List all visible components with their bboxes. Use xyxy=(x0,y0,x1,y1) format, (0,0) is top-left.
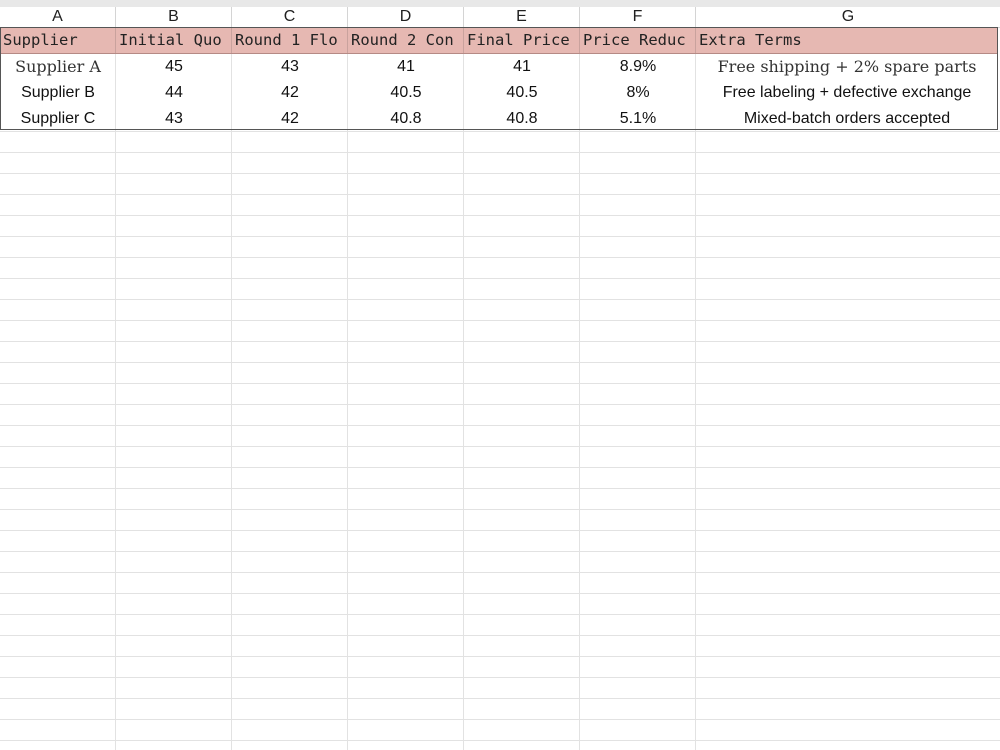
cell-supplier[interactable]: Supplier B xyxy=(0,80,116,106)
grid-line xyxy=(0,677,1000,678)
cell-round2[interactable]: 41 xyxy=(348,54,464,80)
grid-column-line xyxy=(347,27,348,750)
grid-line xyxy=(0,299,1000,300)
toolbar-strip xyxy=(0,0,1000,7)
cell-round2[interactable]: 40.5 xyxy=(348,80,464,106)
grid-line xyxy=(0,509,1000,510)
cell-initial-quote[interactable]: 43 xyxy=(116,106,232,132)
cell-final-price[interactable]: 40.5 xyxy=(464,80,580,106)
cell-round1[interactable]: 42 xyxy=(232,80,348,106)
grid-line xyxy=(0,341,1000,342)
header-cell-extra-terms[interactable]: Extra Terms xyxy=(696,27,998,53)
grid-column-line xyxy=(463,27,464,750)
grid-line xyxy=(0,698,1000,699)
header-cell-supplier[interactable]: Supplier xyxy=(0,27,116,53)
column-header-e[interactable]: E xyxy=(464,7,580,27)
column-header-d[interactable]: D xyxy=(348,7,464,27)
grid-line xyxy=(0,362,1000,363)
cell-initial-quote[interactable]: 44 xyxy=(116,80,232,106)
grid-line xyxy=(0,425,1000,426)
grid-line xyxy=(0,383,1000,384)
grid-line xyxy=(0,446,1000,447)
grid-line xyxy=(0,215,1000,216)
cell-extra-terms[interactable]: Mixed-batch orders accepted xyxy=(696,106,998,132)
grid-line xyxy=(0,488,1000,489)
grid-line xyxy=(0,194,1000,195)
cell-price-reduction[interactable]: 5.1% xyxy=(580,106,696,132)
cell-supplier[interactable]: Supplier A xyxy=(0,54,116,80)
column-header-c[interactable]: C xyxy=(232,7,348,27)
cell-extra-terms[interactable]: Free labeling + defective exchange xyxy=(696,80,998,106)
grid-line xyxy=(0,593,1000,594)
grid-line xyxy=(0,635,1000,636)
header-cell-round2[interactable]: Round 2 Con xyxy=(348,27,464,53)
grid-line xyxy=(0,530,1000,531)
grid-line xyxy=(0,173,1000,174)
cell-round1[interactable]: 43 xyxy=(232,54,348,80)
grid-line xyxy=(0,278,1000,279)
grid-line xyxy=(0,320,1000,321)
column-header-bar: A B C D E F G xyxy=(0,7,1000,28)
sheet-grid[interactable] xyxy=(0,27,1000,750)
cell-final-price[interactable]: 40.8 xyxy=(464,106,580,132)
table-row: Supplier A 45 43 41 41 8.9% Free shippin… xyxy=(0,54,998,80)
grid-line xyxy=(0,656,1000,657)
grid-line xyxy=(0,740,1000,741)
grid-line xyxy=(0,257,1000,258)
grid-column-line xyxy=(115,27,116,750)
grid-line xyxy=(0,236,1000,237)
header-cell-final-price[interactable]: Final Price xyxy=(464,27,580,53)
column-header-a[interactable]: A xyxy=(0,7,116,27)
table-row: Supplier B 44 42 40.5 40.5 8% Free label… xyxy=(0,80,998,106)
column-header-g[interactable]: G xyxy=(696,7,1000,27)
cell-supplier[interactable]: Supplier C xyxy=(0,106,116,132)
grid-column-line xyxy=(231,27,232,750)
cell-price-reduction[interactable]: 8.9% xyxy=(580,54,696,80)
grid-line xyxy=(0,404,1000,405)
column-header-b[interactable]: B xyxy=(116,7,232,27)
cell-round1[interactable]: 42 xyxy=(232,106,348,132)
cell-initial-quote[interactable]: 45 xyxy=(116,54,232,80)
grid-line xyxy=(0,614,1000,615)
cell-extra-terms[interactable]: Free shipping + 2% spare parts xyxy=(696,54,998,80)
grid-line xyxy=(0,572,1000,573)
header-cell-price-reduction[interactable]: Price Reduc xyxy=(580,27,696,53)
header-cell-initial-quote[interactable]: Initial Quo xyxy=(116,27,232,53)
grid-line xyxy=(0,719,1000,720)
header-cell-round1[interactable]: Round 1 Flo xyxy=(232,27,348,53)
cell-round2[interactable]: 40.8 xyxy=(348,106,464,132)
grid-column-line xyxy=(695,27,696,750)
grid-line xyxy=(0,467,1000,468)
column-header-f[interactable]: F xyxy=(580,7,696,27)
grid-line xyxy=(0,551,1000,552)
grid-line xyxy=(0,152,1000,153)
table-row: Supplier C 43 42 40.8 40.8 5.1% Mixed-ba… xyxy=(0,106,998,132)
cell-price-reduction[interactable]: 8% xyxy=(580,80,696,106)
cell-final-price[interactable]: 41 xyxy=(464,54,580,80)
table-header-row: Supplier Initial Quo Round 1 Flo Round 2… xyxy=(0,27,998,54)
grid-column-line xyxy=(579,27,580,750)
